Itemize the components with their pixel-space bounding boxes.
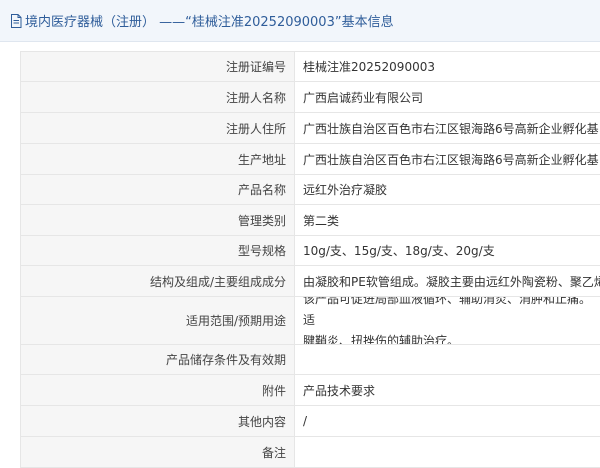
row-value: 广西启诚药业有限公司 [303,90,424,105]
row-label: 附件 [21,375,295,405]
document-icon [10,13,22,28]
row-value: 广西壮族自治区百色市右江区银海路6号高新企业孵化基 [303,152,599,167]
row-label: 型号规格 [21,236,295,265]
row-value-line: 腱鞘炎、扭挫伤的辅助治疗。 [303,334,460,344]
row-label: 产品名称 [21,175,295,204]
row-value: 第二类 [303,213,340,228]
row-label: 其他内容 [21,406,295,436]
table-row: 型号规格 10g/支、15g/支、18g/支、20g/支 [21,236,600,266]
row-value: 该产品可促进局部血液循环、辅助消炎、消肿和止痛。适 腱鞘炎、扭挫伤的辅助治疗。 [295,297,600,344]
row-label: 注册证编号 [21,52,295,81]
info-table: 注册证编号 桂械注准20252090003 注册人名称 广西启诚药业有限公司 注… [20,51,600,468]
row-value-line: 该产品可促进局部血液循环、辅助消炎、消肿和止痛。适 [303,297,592,327]
table-row: 注册证编号 桂械注准20252090003 [21,52,600,82]
table-row: 产品名称 远红外治疗凝胶 [21,175,600,205]
row-value: 10g/支、15g/支、18g/支、20g/支 [303,244,495,258]
table-row: 产品储存条件及有效期 [21,345,600,375]
row-value: 由凝胶和PE软管组成。凝胶主要由远红外陶瓷粉、聚乙烯 [303,274,600,289]
row-value: / [303,414,308,428]
row-value: 产品技术要求 [303,383,376,398]
row-value: 桂械注准20252090003 [303,60,435,74]
table-row: 附件 产品技术要求 [21,375,600,406]
table-row: 结构及组成/主要组成成分 由凝胶和PE软管组成。凝胶主要由远红外陶瓷粉、聚乙烯 [21,266,600,297]
row-label: 产品储存条件及有效期 [21,345,295,374]
table-row: 管理类别 第二类 [21,205,600,236]
table-row: 注册人住所 广西壮族自治区百色市右江区银海路6号高新企业孵化基 [21,113,600,144]
row-value: 远红外治疗凝胶 [303,183,388,197]
table-row: 注册人名称 广西启诚药业有限公司 [21,82,600,113]
row-value: 广西壮族自治区百色市右江区银海路6号高新企业孵化基 [303,121,599,136]
table-row: 其他内容 / [21,406,600,437]
row-value [295,437,600,467]
table-row: 备注 [21,437,600,468]
page-title: 境内医疗器械（注册） ——“桂械注准20252090003”基本信息 [25,15,394,30]
table-row: 生产地址 广西壮族自治区百色市右江区银海路6号高新企业孵化基 [21,144,600,175]
row-label: 生产地址 [21,144,295,174]
row-label: 适用范围/预期用途 [21,297,295,344]
row-label: 备注 [21,437,295,467]
row-label: 管理类别 [21,205,295,235]
table-row: 适用范围/预期用途 该产品可促进局部血液循环、辅助消炎、消肿和止痛。适 腱鞘炎、… [21,297,600,345]
row-label: 结构及组成/主要组成成分 [21,266,295,296]
page-header: 境内医疗器械（注册） ——“桂械注准20252090003”基本信息 [0,0,600,42]
row-value [295,345,600,374]
row-label: 注册人名称 [21,82,295,112]
row-label: 注册人住所 [21,113,295,143]
